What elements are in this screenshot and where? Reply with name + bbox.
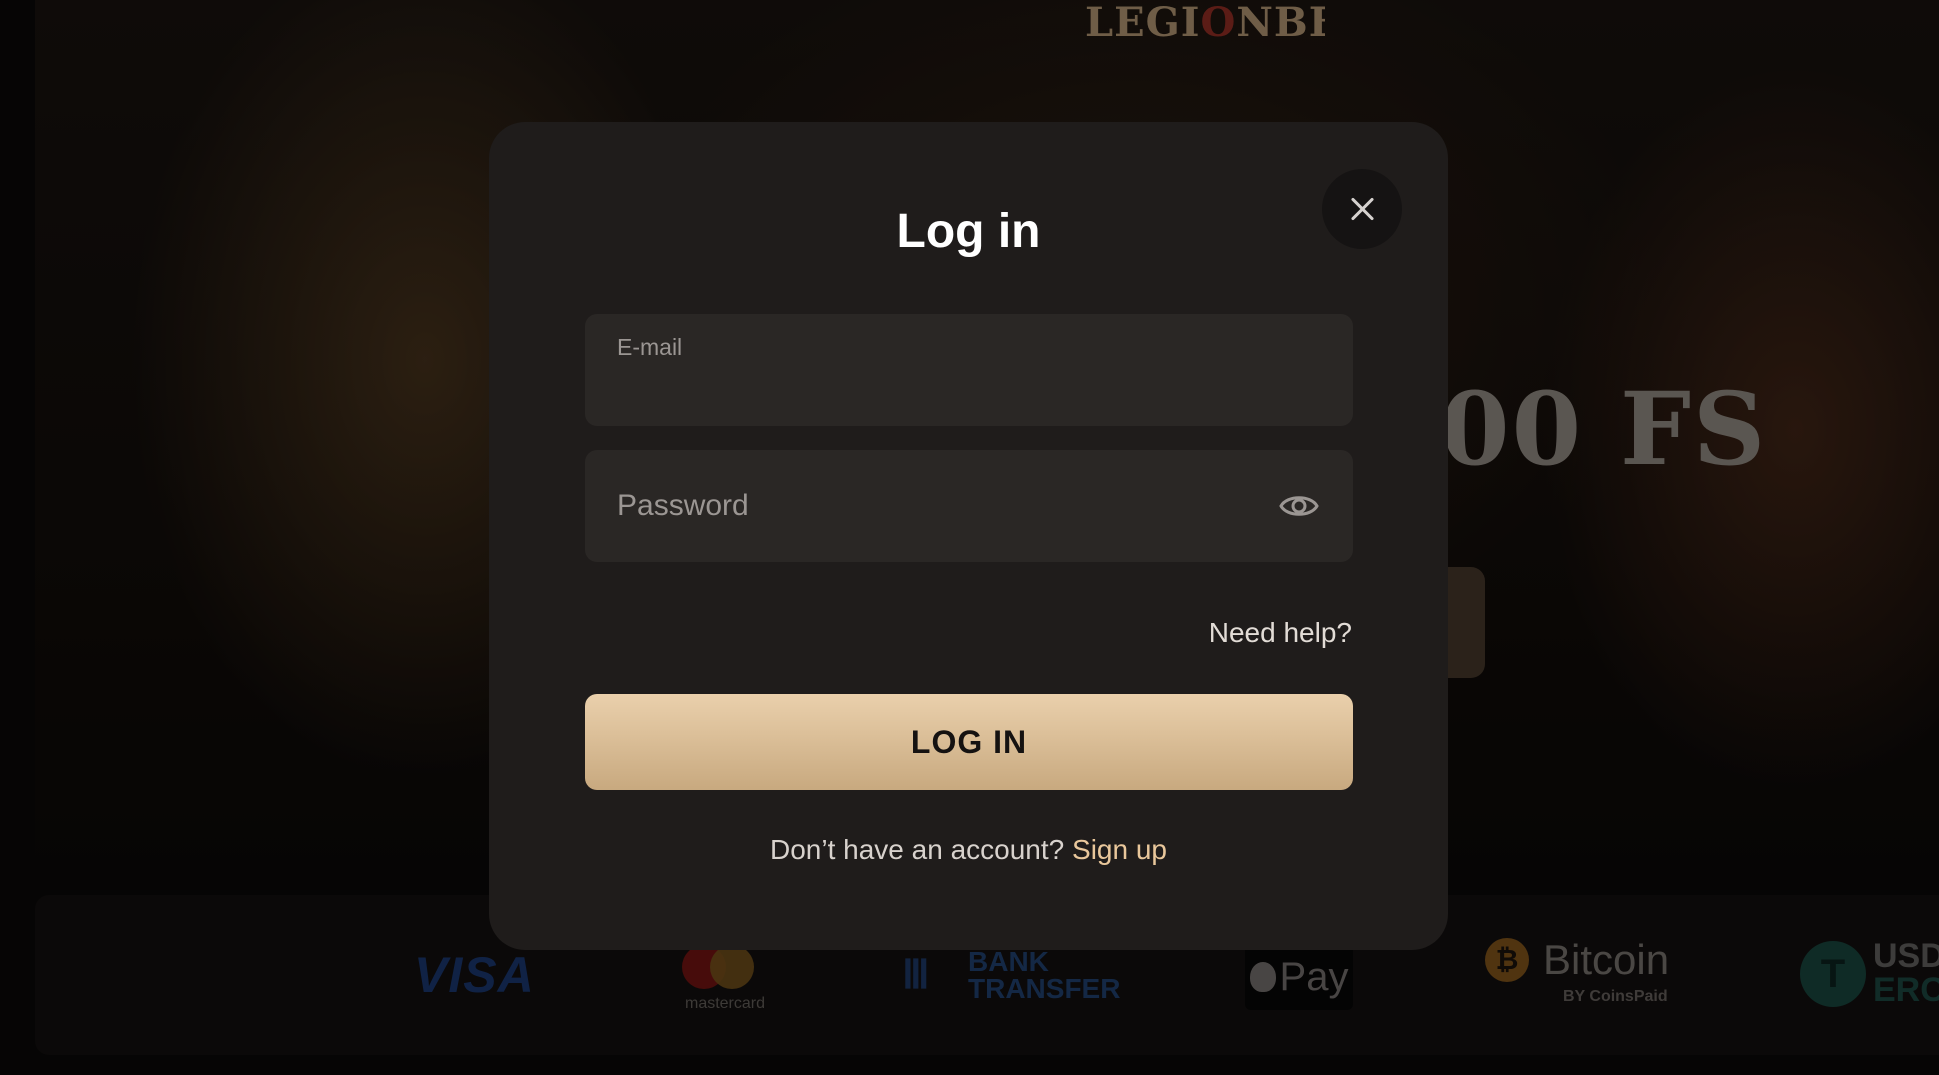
modal-title: Log in	[896, 205, 1041, 258]
password-input[interactable]	[617, 450, 1237, 562]
email-label: E-mail	[617, 334, 683, 360]
login-button[interactable]: LOG IN	[585, 694, 1353, 790]
signup-prompt-text: Don’t have an account?	[770, 834, 1065, 865]
need-help-link[interactable]: Need help?	[1209, 617, 1352, 649]
eye-icon[interactable]	[1279, 488, 1319, 524]
email-input[interactable]	[617, 366, 1317, 410]
signup-link[interactable]: Sign up	[1072, 834, 1167, 865]
login-modal: Log in E-mail Need help? LOG IN Don’t ha…	[489, 122, 1448, 950]
password-field[interactable]	[585, 450, 1353, 562]
signup-prompt-row: Don’t have an account? Sign up	[489, 834, 1448, 866]
email-field[interactable]: E-mail	[585, 314, 1353, 426]
